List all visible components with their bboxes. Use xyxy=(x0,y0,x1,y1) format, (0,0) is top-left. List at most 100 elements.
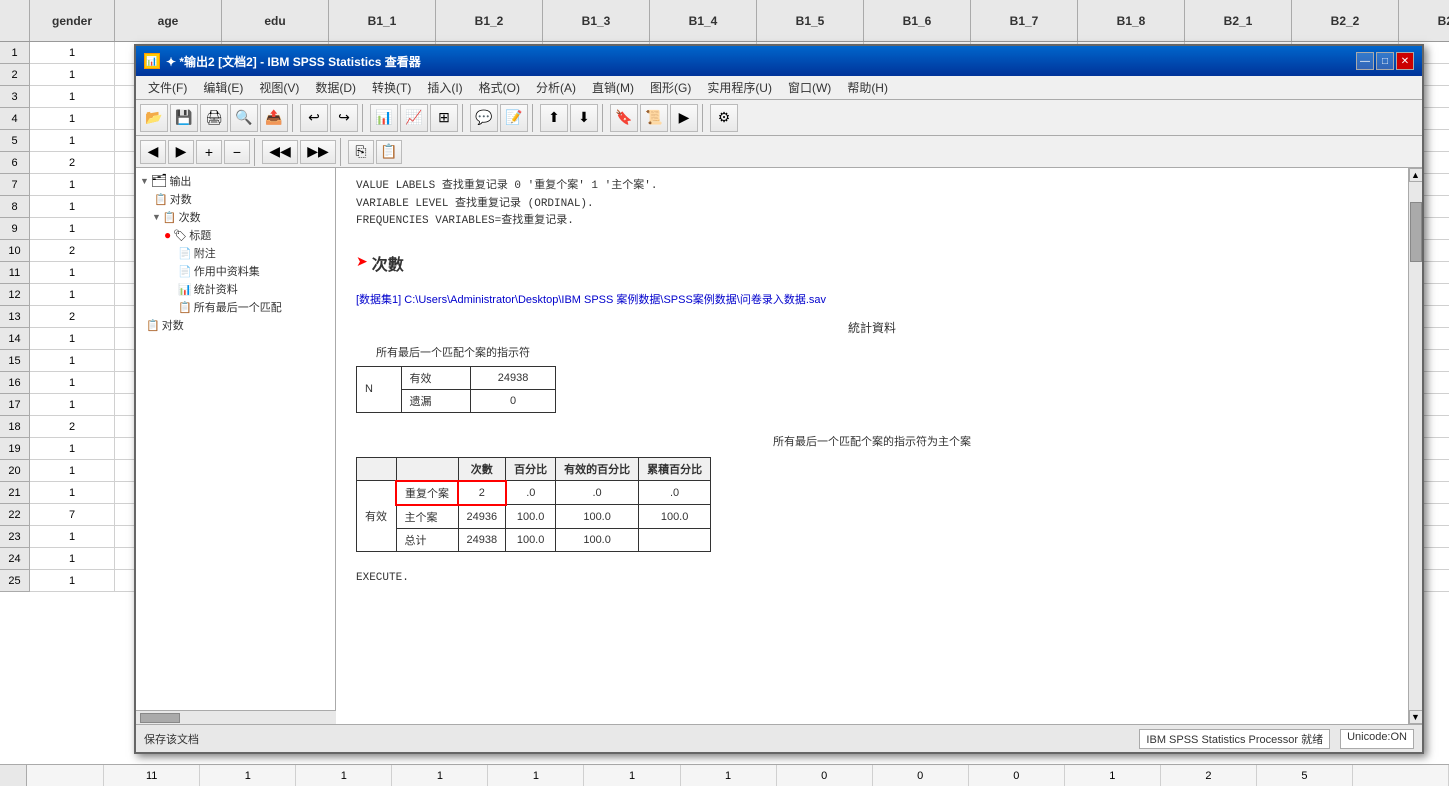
processor-status: IBM SPSS Statistics Processor 就绪 xyxy=(1139,729,1330,749)
toolbar-move2[interactable]: ⬇ xyxy=(570,104,598,132)
grid-cell[interactable]: 2 xyxy=(30,306,115,328)
menu-graphs[interactable]: 图形(G) xyxy=(642,77,699,98)
scrollbar-thumb[interactable] xyxy=(1410,202,1422,262)
maximize-button[interactable]: □ xyxy=(1376,52,1394,70)
grid-cell[interactable]: 1 xyxy=(30,526,115,548)
nav-forward[interactable]: ▶ xyxy=(168,140,194,164)
tree-label-dataset: 作用中资料集 xyxy=(194,263,260,279)
tree-label-log2: 对数 xyxy=(162,317,184,333)
toolbar-save[interactable]: 💾 xyxy=(170,104,198,132)
row-number: 2 xyxy=(0,64,30,86)
nav-add[interactable]: + xyxy=(196,140,222,164)
col-header-b2_3: B2_3 xyxy=(1399,0,1449,41)
tree-scrollbar[interactable] xyxy=(136,710,336,724)
row-number: 17 xyxy=(0,394,30,416)
menu-analyze[interactable]: 分析(A) xyxy=(528,77,584,98)
grid-cell[interactable]: 1 xyxy=(30,86,115,108)
menu-insert[interactable]: 插入(I) xyxy=(419,77,470,98)
tree-item-dataset[interactable]: 📄 作用中资料集 xyxy=(140,262,331,280)
menu-file[interactable]: 文件(F) xyxy=(140,77,195,98)
tree-scrollbar-thumb[interactable] xyxy=(140,713,180,723)
menu-transform[interactable]: 转换(T) xyxy=(364,77,419,98)
scroll-down-btn[interactable]: ▼ xyxy=(1409,710,1423,724)
tree-item-freq[interactable]: ▼ 📋 次数 xyxy=(140,208,331,226)
tree-icon-log1: 📋 xyxy=(154,193,168,206)
toolbar-bookmark[interactable]: 🔖 xyxy=(610,104,638,132)
freq-pct-duplicate: .0 xyxy=(506,481,556,505)
toolbar-settings[interactable]: ⚙ xyxy=(710,104,738,132)
stats-table: N 有效 24938 遗漏 0 xyxy=(356,366,556,413)
grid-cell[interactable]: 7 xyxy=(30,504,115,526)
row-number: 18 xyxy=(0,416,30,438)
toolbar-comment[interactable]: 📝 xyxy=(500,104,528,132)
toolbar-open[interactable]: 📂 xyxy=(140,104,168,132)
nav-prev-page[interactable]: ◀◀ xyxy=(262,140,298,164)
close-button[interactable]: ✕ xyxy=(1396,52,1414,70)
tree-item-stats[interactable]: 📊 统計资料 xyxy=(140,280,331,298)
menu-directmail[interactable]: 直销(M) xyxy=(584,77,642,98)
scroll-up-btn[interactable]: ▲ xyxy=(1409,168,1423,182)
toolbar-chart2[interactable]: 📈 xyxy=(400,104,428,132)
grid-cell[interactable]: 1 xyxy=(30,328,115,350)
toolbar-move1[interactable]: ⬆ xyxy=(540,104,568,132)
grid-cell[interactable]: 1 xyxy=(30,460,115,482)
row-number: 1 xyxy=(0,42,30,64)
tree-item-lastmatch[interactable]: 📋 所有最后一个匹配 xyxy=(140,298,331,316)
menu-utilities[interactable]: 实用程序(U) xyxy=(699,77,780,98)
grid-cell[interactable]: 2 xyxy=(30,416,115,438)
toolbar-chart1[interactable]: 📊 xyxy=(370,104,398,132)
grid-cell[interactable]: 2 xyxy=(30,240,115,262)
grid-cell[interactable]: 2 xyxy=(30,152,115,174)
menu-view[interactable]: 视图(V) xyxy=(251,77,307,98)
grid-cell[interactable]: 1 xyxy=(30,218,115,240)
grid-cell[interactable]: 1 xyxy=(30,262,115,284)
grid-cell[interactable]: 1 xyxy=(30,570,115,592)
grid-cell[interactable]: 1 xyxy=(30,284,115,306)
grid-cell[interactable]: 1 xyxy=(30,482,115,504)
menu-window[interactable]: 窗口(W) xyxy=(780,77,839,98)
minimize-button[interactable]: — xyxy=(1356,52,1374,70)
toolbar-find[interactable]: 🔍 xyxy=(230,104,258,132)
tree-item-heading[interactable]: ● 🏷 标题 xyxy=(140,226,331,244)
grid-cell[interactable]: 1 xyxy=(30,196,115,218)
vertical-scrollbar[interactable]: ▲ ▼ xyxy=(1408,168,1422,724)
nav-sep1 xyxy=(254,138,258,166)
bottom-b3 xyxy=(1353,765,1449,786)
menu-data[interactable]: 数据(D) xyxy=(307,77,364,98)
toolbar-export[interactable]: 📤 xyxy=(260,104,288,132)
tree-item-output[interactable]: ▼ 🗂 输出 xyxy=(140,172,331,190)
grid-cell[interactable]: 1 xyxy=(30,64,115,86)
grid-cell[interactable]: 1 xyxy=(30,350,115,372)
nav-next-page[interactable]: ▶▶ xyxy=(300,140,336,164)
output-panel[interactable]: VALUE LABELS 查找重复记录 0 '重复个案' 1 '主个案'. VA… xyxy=(336,168,1408,724)
toolbar-table[interactable]: ⊞ xyxy=(430,104,458,132)
grid-cell[interactable]: 1 xyxy=(30,548,115,570)
nav-copy[interactable]: ⎘ xyxy=(348,140,374,164)
nav-minus[interactable]: − xyxy=(224,140,250,164)
toolbar-bubble[interactable]: 💬 xyxy=(470,104,498,132)
menu-format[interactable]: 格式(O) xyxy=(471,77,528,98)
grid-cell[interactable]: 1 xyxy=(30,130,115,152)
grid-cell[interactable]: 1 xyxy=(30,438,115,460)
tree-item-notes[interactable]: 📄 附注 xyxy=(140,244,331,262)
grid-cell[interactable]: 1 xyxy=(30,174,115,196)
grid-cell[interactable]: 1 xyxy=(30,372,115,394)
grid-cell[interactable]: 1 xyxy=(30,42,115,64)
column-headers: gender age edu B1_1 B1_2 B1_3 B1_4 B1_5 … xyxy=(0,0,1449,42)
menu-help[interactable]: 帮助(H) xyxy=(839,77,896,98)
toolbar-print[interactable]: 🖨 xyxy=(200,104,228,132)
nav-back[interactable]: ◀ xyxy=(140,140,166,164)
toolbar-undo[interactable]: ↩ xyxy=(300,104,328,132)
grid-cell[interactable]: 1 xyxy=(30,108,115,130)
tree-item-log1[interactable]: 📋 对数 xyxy=(140,190,331,208)
nav-paste[interactable]: 📋 xyxy=(376,140,402,164)
row-number: 4 xyxy=(0,108,30,130)
toolbar-script[interactable]: 📜 xyxy=(640,104,668,132)
tree-icon-notes: 📄 xyxy=(178,247,192,260)
freq-col-h0 xyxy=(357,457,397,481)
toolbar-redo[interactable]: ↪ xyxy=(330,104,358,132)
tree-item-log2[interactable]: 📋 对数 xyxy=(140,316,331,334)
grid-cell[interactable]: 1 xyxy=(30,394,115,416)
menu-edit[interactable]: 编辑(E) xyxy=(195,77,251,98)
toolbar-run[interactable]: ▶ xyxy=(670,104,698,132)
